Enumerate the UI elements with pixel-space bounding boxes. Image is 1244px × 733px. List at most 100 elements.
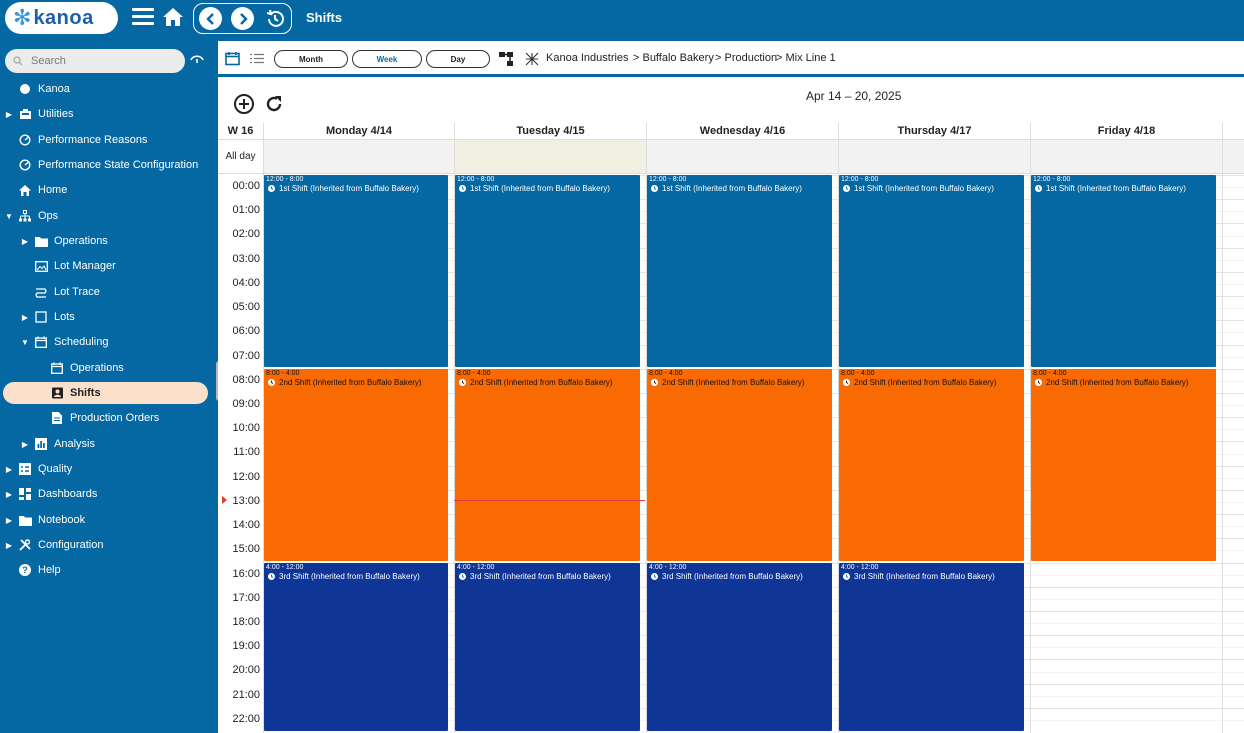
current-time-line bbox=[454, 500, 645, 501]
day-header-thursday[interactable]: Thursday 4/17 bbox=[838, 123, 1030, 140]
picture-icon bbox=[34, 259, 48, 273]
hour-label: 22:00 bbox=[232, 712, 260, 725]
add-event-icon[interactable] bbox=[233, 93, 255, 118]
caret-right-icon[interactable]: ▶ bbox=[4, 541, 14, 550]
sidebar-item-dashboards[interactable]: ▶ Dashboards bbox=[0, 483, 218, 505]
collapse-sidebar-icon[interactable] bbox=[190, 54, 204, 67]
clock-icon bbox=[651, 572, 658, 580]
event-time: 12:00 - 8:00 bbox=[266, 176, 304, 183]
sidebar-item-production-orders[interactable]: Production Orders bbox=[0, 407, 218, 429]
day-header-wednesday[interactable]: Wednesday 4/16 bbox=[646, 123, 838, 140]
history-icon[interactable] bbox=[263, 7, 286, 30]
event-time: 4:00 - 12:00 bbox=[457, 563, 495, 571]
search-box[interactable] bbox=[5, 49, 185, 73]
allday-cell-tuesday[interactable] bbox=[454, 140, 646, 174]
clock-icon bbox=[459, 185, 466, 192]
sidebar-item-analysis[interactable]: ▶ Analysis bbox=[0, 433, 218, 455]
sidebar-item-performance-reasons[interactable]: Performance Reasons bbox=[0, 129, 218, 151]
sidebar-item-operations[interactable]: Operations bbox=[0, 357, 218, 379]
sidebar-item-help[interactable]: ? Help bbox=[0, 559, 218, 581]
allday-cell-thursday[interactable] bbox=[838, 140, 1030, 174]
folder-icon bbox=[18, 513, 32, 527]
caret-right-icon[interactable]: ▶ bbox=[4, 110, 14, 119]
back-icon[interactable] bbox=[199, 7, 222, 30]
shift-event[interactable]: 4:00 - 12:00 3rd Shift (Inherited from Bu… bbox=[839, 562, 1024, 731]
hour-label: 05:00 bbox=[232, 301, 260, 314]
shift-event[interactable]: 12:00 - 8:00 1st Shift (Inherited from Bu… bbox=[1031, 175, 1216, 367]
shift-event[interactable]: 4:00 - 12:00 3rd Shift (Inherited from Bu… bbox=[647, 562, 832, 731]
kanoa-logo-icon bbox=[18, 82, 32, 96]
shift-event[interactable]: 12:00 - 8:00 1st Shift (Inherited from Bu… bbox=[455, 175, 640, 367]
caret-right-icon[interactable]: ▶ bbox=[20, 440, 30, 449]
breadcrumb-area[interactable]: > Production bbox=[715, 52, 777, 64]
caret-right-icon[interactable]: ▶ bbox=[4, 465, 14, 474]
kanoa-logo[interactable]: ✻ kanoa bbox=[5, 2, 118, 34]
day-view-button[interactable]: Day bbox=[426, 50, 490, 68]
sidebar-item-label: Ops bbox=[38, 210, 59, 222]
week-view-button[interactable]: Week bbox=[352, 50, 422, 68]
clock-icon bbox=[459, 572, 466, 580]
sidebar-item-ops[interactable]: ▼ Ops bbox=[0, 205, 218, 227]
caret-right-icon[interactable]: ▶ bbox=[20, 313, 30, 322]
breadcrumb-site[interactable]: > Buffalo Bakery bbox=[633, 52, 714, 64]
home-icon[interactable] bbox=[162, 7, 184, 30]
refresh-icon[interactable] bbox=[263, 93, 285, 118]
allday-cell-monday[interactable] bbox=[263, 140, 454, 174]
allday-cell-friday[interactable] bbox=[1030, 140, 1222, 174]
hamburger-menu-icon[interactable] bbox=[132, 8, 154, 26]
sidebar-item-scheduling[interactable]: ▼ Scheduling bbox=[0, 331, 218, 353]
shift-event[interactable]: 8:00 - 4:00 2nd Shift (Inherited from Buf… bbox=[647, 368, 832, 561]
sidebar-item-lots[interactable]: ▶ Lots bbox=[0, 306, 218, 328]
shift-event[interactable]: 4:00 - 12:00 3rd Shift (Inherited from Bu… bbox=[455, 562, 640, 731]
shift-event[interactable]: 12:00 - 8:00 1st Shift (Inherited from Bu… bbox=[839, 175, 1024, 367]
sidebar-item-home[interactable]: Home bbox=[0, 179, 218, 201]
forward-icon[interactable] bbox=[231, 7, 254, 30]
sidebar-item-label: Lots bbox=[54, 311, 75, 323]
day-header-tuesday[interactable]: Tuesday 4/15 bbox=[454, 123, 646, 140]
sidebar-item-shifts[interactable]: Shifts bbox=[3, 382, 208, 404]
shift-event[interactable]: 8:00 - 4:00 2nd Shift (Inherited from Buf… bbox=[455, 368, 640, 561]
help-icon: ? bbox=[18, 563, 32, 577]
day-header-monday[interactable]: Monday 4/14 bbox=[263, 123, 454, 140]
shift-event[interactable]: 12:00 - 8:00 1st Shift (Inherited from Bu… bbox=[647, 175, 832, 367]
breadcrumb-line[interactable]: > Mix Line 1 bbox=[776, 52, 836, 64]
clock-icon bbox=[1035, 378, 1042, 386]
sidebar-item-lot-manager[interactable]: Lot Manager bbox=[0, 255, 218, 277]
sidebar-item-performance-state-configuration[interactable]: Performance State Configuration bbox=[0, 154, 218, 176]
day-header-friday[interactable]: Friday 4/18 bbox=[1030, 123, 1222, 140]
caret-down-icon[interactable]: ▼ bbox=[4, 212, 14, 221]
event-time: 4:00 - 12:00 bbox=[841, 563, 879, 571]
sidebar-item-label: Operations bbox=[70, 362, 124, 374]
calendar-toolbar: Month Week Day Kanoa Industries > Buffal… bbox=[218, 41, 1244, 77]
caret-right-icon[interactable]: ▶ bbox=[20, 237, 30, 246]
sidebar-item-configuration[interactable]: ▶ Configuration bbox=[0, 534, 218, 556]
hierarchy-icon[interactable] bbox=[498, 51, 514, 70]
list-view-icon[interactable] bbox=[250, 53, 264, 67]
shift-event[interactable]: 4:00 - 12:00 3rd Shift (Inherited from Bu… bbox=[264, 562, 448, 731]
hour-label: 10:00 bbox=[232, 422, 260, 435]
caret-right-icon[interactable]: ▶ bbox=[4, 516, 14, 525]
caret-down-icon[interactable]: ▼ bbox=[20, 338, 30, 347]
shift-event[interactable]: 8:00 - 4:00 2nd Shift (Inherited from Buf… bbox=[1031, 368, 1216, 561]
sidebar-item-quality[interactable]: ▶ Quality bbox=[0, 458, 218, 480]
sidebar-item-notebook[interactable]: ▶ Notebook bbox=[0, 509, 218, 531]
calendar-view-icon[interactable] bbox=[225, 51, 240, 69]
hour-label: 08:00 bbox=[232, 373, 260, 386]
sidebar-item-operations[interactable]: ▶ Operations bbox=[0, 230, 218, 252]
breadcrumb-root[interactable]: Kanoa Industries bbox=[546, 52, 629, 64]
chart-icon bbox=[34, 437, 48, 451]
sidebar-item-label: Analysis bbox=[54, 438, 95, 450]
hour-label: 11:00 bbox=[233, 446, 260, 459]
month-view-button[interactable]: Month bbox=[274, 50, 348, 68]
event-title: 2nd Shift (Inherited from Buffalo Bakery… bbox=[1046, 377, 1189, 387]
shift-event[interactable]: 8:00 - 4:00 2nd Shift (Inherited from Buf… bbox=[839, 368, 1024, 561]
sidebar-item-lot-trace[interactable]: Lot Trace bbox=[0, 281, 218, 303]
search-input[interactable] bbox=[31, 55, 171, 67]
square-icon bbox=[34, 310, 48, 324]
shift-event[interactable]: 8:00 - 4:00 2nd Shift (Inherited from Buf… bbox=[264, 368, 448, 561]
shift-event[interactable]: 12:00 - 8:00 1st Shift (Inherited from Bu… bbox=[264, 175, 448, 367]
sidebar-item-utilities[interactable]: ▶ Utilities bbox=[0, 103, 218, 125]
caret-right-icon[interactable]: ▶ bbox=[4, 490, 14, 499]
sidebar-item-kanoa[interactable]: Kanoa bbox=[0, 78, 218, 100]
allday-cell-wednesday[interactable] bbox=[646, 140, 838, 174]
